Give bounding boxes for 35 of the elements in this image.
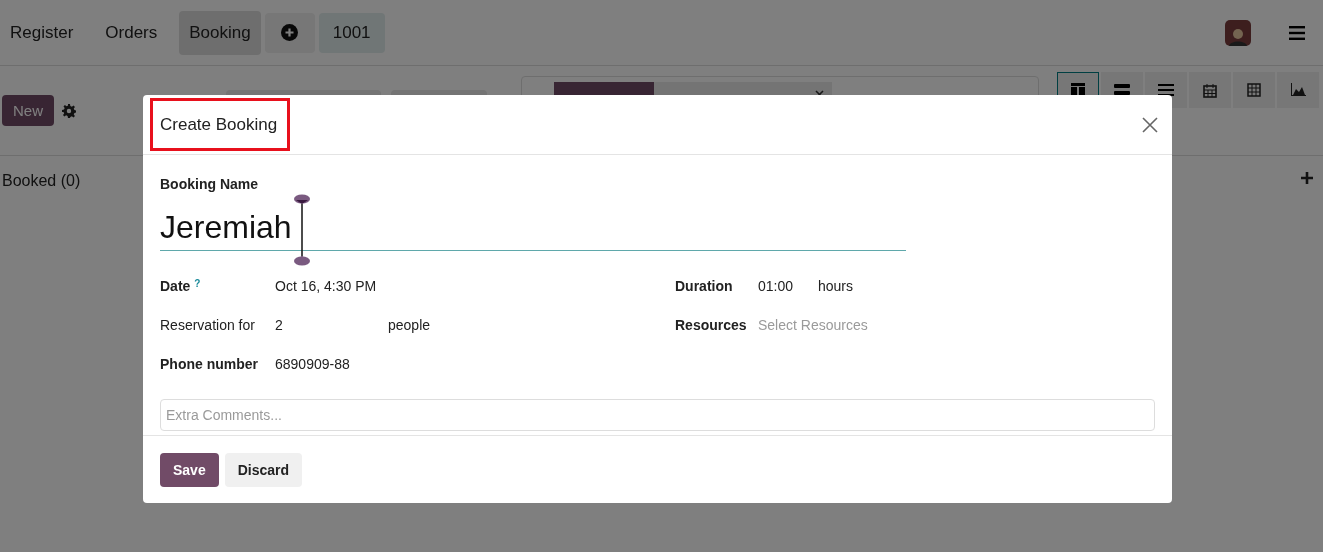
field-label: Booking Name: [160, 176, 258, 192]
help-icon[interactable]: ?: [194, 278, 201, 289]
plus-circle-icon: [281, 24, 299, 41]
booking-name-field[interactable]: Jeremiah: [160, 204, 292, 250]
order-button[interactable]: 1001: [318, 12, 385, 53]
add-button[interactable]: [264, 12, 315, 53]
field-label: Duration: [675, 278, 733, 294]
field-value[interactable]: Oct 16, 4:30 PM: [275, 278, 388, 294]
menu-icon[interactable]: [1289, 25, 1305, 40]
nav-tab[interactable]: Orders: [95, 10, 168, 55]
calendar-icon: [1203, 82, 1217, 98]
discard-button[interactable]: Discard: [224, 452, 303, 487]
field-value[interactable]: 01:00: [758, 278, 818, 294]
field-label: Resources: [675, 317, 747, 333]
field-label: Reservation for: [160, 317, 255, 333]
field-value[interactable]: 6890909-88: [275, 356, 388, 372]
plus-icon[interactable]: [1301, 172, 1313, 184]
unit-label: hours: [818, 278, 854, 294]
nav-tab[interactable]: Booking: [179, 10, 261, 55]
column-title: Booked (0): [2, 172, 81, 190]
bars-icon: [1114, 83, 1130, 97]
new-button[interactable]: New: [2, 95, 54, 126]
gear-icon[interactable]: [62, 103, 76, 118]
avatar[interactable]: [1225, 19, 1251, 46]
text-cursor-icon: [292, 194, 311, 266]
area-chart-icon: [1290, 83, 1306, 97]
save-button[interactable]: Save: [160, 452, 219, 487]
field-label: Date: [160, 278, 191, 294]
unit-label: people: [388, 317, 431, 333]
dialog-title: Create Booking: [160, 114, 278, 135]
table-icon: [1247, 83, 1261, 97]
field-value[interactable]: 2: [275, 317, 388, 333]
field-label: Phone number: [160, 356, 258, 372]
nav-tab[interactable]: Register: [0, 10, 84, 55]
comments-field[interactable]: Extra Comments...: [160, 399, 1155, 431]
